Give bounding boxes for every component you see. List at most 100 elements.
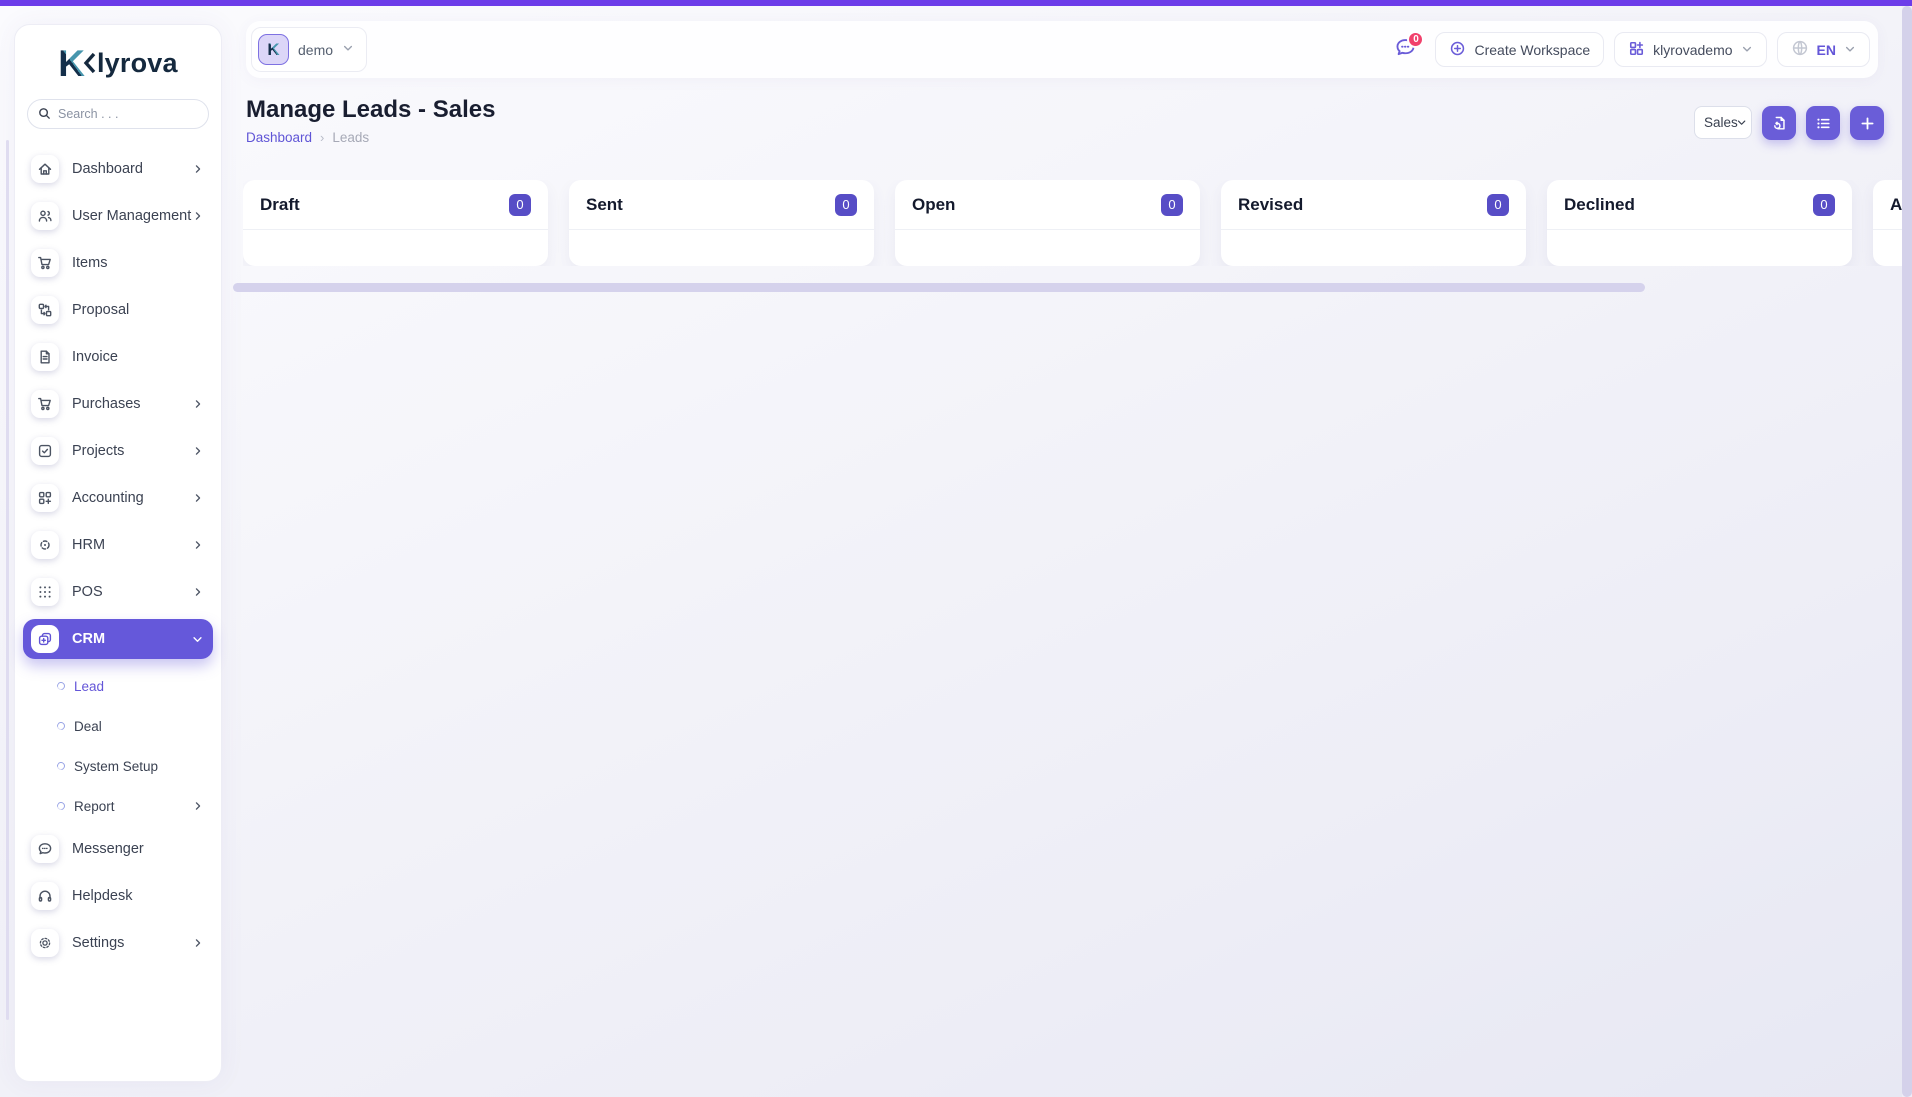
column-count-badge: 0 — [1161, 194, 1183, 216]
settings-icon — [31, 929, 59, 957]
window-scrollbar[interactable] — [1902, 6, 1912, 1097]
search-icon — [37, 106, 52, 126]
column-dropzone[interactable] — [1221, 230, 1526, 266]
chevron-down-icon — [342, 41, 354, 59]
page-head: Manage Leads - Sales Dashboard › Leads S… — [246, 96, 1884, 145]
sidebar-item-label: Purchases — [72, 396, 141, 412]
workspace-switcher[interactable]: K demo — [251, 27, 367, 72]
sidebar-item-messenger[interactable]: Messenger — [23, 829, 213, 869]
logo-text: lyrova — [97, 48, 178, 79]
submenu-item-system-setup[interactable]: System Setup — [23, 746, 213, 786]
sidebar-item-label: Projects — [72, 443, 124, 459]
sidebar-item-invoice[interactable]: Invoice — [23, 337, 213, 377]
grid-plus-icon — [1628, 40, 1645, 60]
chevron-right-icon — [193, 938, 203, 948]
sidebar-item-label: Proposal — [72, 302, 129, 318]
accounting-icon — [31, 484, 59, 512]
pipeline-select[interactable]: Sales — [1694, 106, 1752, 139]
chevron-down-icon — [1844, 42, 1856, 58]
submenu-item-label: Deal — [74, 719, 102, 734]
chevron-right-icon — [193, 540, 203, 550]
sidebar-item-proposal[interactable]: Proposal — [23, 290, 213, 330]
kanban-column-sent: Sent 0 — [569, 180, 874, 266]
sidebar-item-purchases[interactable]: Purchases — [23, 384, 213, 424]
messages-button[interactable]: 0 — [1385, 30, 1425, 70]
submenu-item-label: Lead — [74, 679, 104, 694]
cart-icon — [31, 249, 59, 277]
sidebar-item-label: Accounting — [72, 490, 144, 506]
sidebar-item-crm[interactable]: CRM — [23, 619, 213, 659]
sidebar-item-hrm[interactable]: HRM — [23, 525, 213, 565]
lead-board: Draft 0 Sent 0 Open 0 Revised 0 — [243, 180, 1902, 266]
chevron-right-icon — [193, 211, 203, 221]
list-view-button[interactable] — [1806, 106, 1840, 140]
top-header: K demo 0 Create Workspace klyrovademo EN — [246, 21, 1878, 78]
sidebar-item-label: Settings — [72, 935, 124, 951]
kanban-column-accepted: Accepted 0 — [1873, 180, 1902, 266]
convert-stage-button[interactable] — [1762, 106, 1796, 140]
create-workspace-button[interactable]: Create Workspace — [1435, 32, 1604, 67]
column-title: Sent — [586, 195, 623, 215]
submenu-item-lead[interactable]: Lead — [23, 666, 213, 706]
sidebar-item-user-management[interactable]: User Management — [23, 196, 213, 236]
brand-logo[interactable]: K lyrova — [15, 25, 221, 89]
column-dropzone[interactable] — [895, 230, 1200, 266]
crm-icon — [31, 625, 59, 653]
page-title: Manage Leads - Sales — [246, 96, 495, 124]
column-dropzone[interactable] — [569, 230, 874, 266]
sidebar-item-label: User Management — [72, 208, 191, 224]
sidebar: K lyrova Dashboard User Management — [14, 24, 222, 1082]
chevron-down-icon — [192, 634, 203, 645]
sidebar-item-dashboard[interactable]: Dashboard — [23, 149, 213, 189]
bullet-icon — [55, 720, 66, 731]
column-dropzone[interactable] — [1547, 230, 1852, 266]
sidebar-item-projects[interactable]: Projects — [23, 431, 213, 471]
column-title: Accepted — [1890, 195, 1902, 215]
search-input[interactable] — [27, 99, 209, 129]
sidebar-item-accounting[interactable]: Accounting — [23, 478, 213, 518]
column-count-badge: 0 — [509, 194, 531, 216]
language-selector[interactable]: EN — [1777, 32, 1870, 67]
proposal-icon — [31, 296, 59, 324]
pos-icon — [31, 578, 59, 606]
home-icon — [31, 155, 59, 183]
chevron-right-icon — [193, 446, 203, 456]
submenu-item-deal[interactable]: Deal — [23, 706, 213, 746]
submenu-item-label: Report — [74, 799, 115, 814]
sidebar-item-label: Messenger — [72, 841, 144, 857]
submenu-item-label: System Setup — [74, 759, 158, 774]
chevron-down-icon — [1736, 116, 1747, 129]
sidebar-item-label: CRM — [72, 631, 105, 647]
sidebar-item-helpdesk[interactable]: Helpdesk — [23, 876, 213, 916]
column-title: Declined — [1564, 195, 1635, 215]
column-count-badge: 0 — [1487, 194, 1509, 216]
sidebar-item-label: Invoice — [72, 349, 118, 365]
language-code: EN — [1817, 42, 1836, 58]
file-refresh-icon — [1771, 115, 1788, 132]
sidebar-item-items[interactable]: Items — [23, 243, 213, 283]
invoice-icon — [31, 343, 59, 371]
logo-angle-icon — [83, 52, 96, 74]
sidebar-item-label: Items — [72, 255, 107, 271]
submenu-item-report[interactable]: Report — [23, 786, 213, 826]
sidebar-item-pos[interactable]: POS — [23, 572, 213, 612]
add-lead-button[interactable] — [1850, 106, 1884, 140]
sidebar-scrollbar[interactable] — [6, 140, 9, 1020]
column-dropzone[interactable] — [1873, 230, 1902, 266]
list-view-icon — [1815, 115, 1832, 132]
purchases-icon — [31, 390, 59, 418]
account-menu[interactable]: klyrovademo — [1614, 32, 1766, 67]
chevron-right-icon — [193, 164, 203, 174]
sidebar-item-settings[interactable]: Settings — [23, 923, 213, 963]
breadcrumb-dashboard[interactable]: Dashboard — [246, 130, 312, 145]
crm-submenu: Lead Deal System Setup Report — [23, 666, 213, 826]
sidebar-item-label: HRM — [72, 537, 105, 553]
chevron-right-icon — [193, 587, 203, 597]
account-name: klyrovademo — [1653, 42, 1732, 58]
chevron-down-icon — [1741, 42, 1753, 58]
column-title: Revised — [1238, 195, 1303, 215]
column-dropzone[interactable] — [243, 230, 548, 266]
board-horizontal-scrollbar[interactable] — [233, 283, 1645, 292]
create-workspace-label: Create Workspace — [1474, 42, 1590, 58]
helpdesk-icon — [31, 882, 59, 910]
